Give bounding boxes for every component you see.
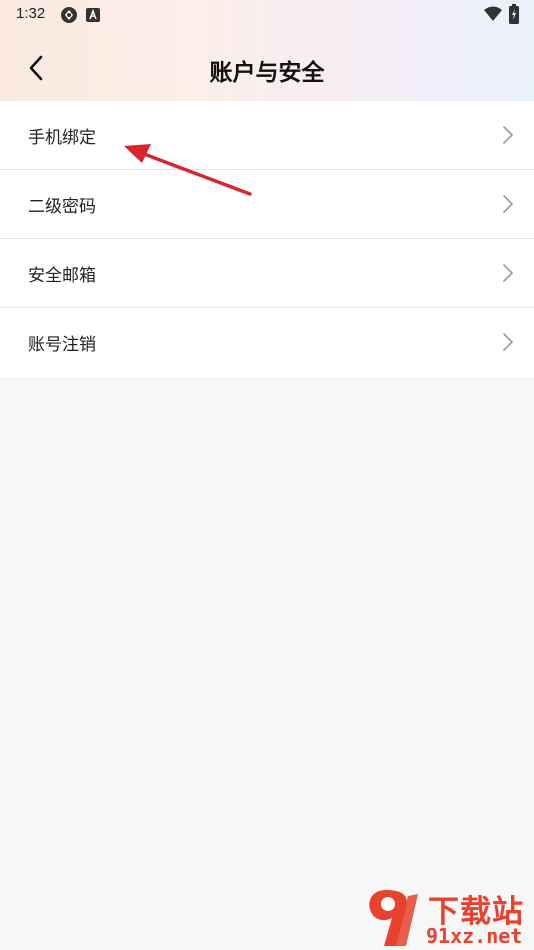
screen: 1:32 账户与安全 手机绑定 二级密码 安全邮箱 账号注销 下载站 91xz.… (0, 0, 534, 950)
menu-item-label: 手机绑定 (28, 127, 96, 148)
status-time: 1:32 (16, 5, 46, 22)
chevron-right-icon (503, 195, 513, 213)
menu-item-security-email[interactable]: 安全邮箱 (0, 239, 534, 308)
a-badge-icon (86, 7, 100, 26)
chevron-right-icon (503, 264, 513, 282)
settings-menu-list: 手机绑定 二级密码 安全邮箱 账号注销 (0, 101, 534, 377)
menu-item-label: 安全邮箱 (28, 265, 96, 286)
chevron-right-icon (503, 126, 513, 144)
nav-bar: 账户与安全 (0, 36, 534, 100)
wifi-icon (484, 6, 502, 25)
battery-icon (509, 4, 519, 28)
chevron-right-icon (503, 333, 513, 351)
sync-icon (60, 6, 78, 28)
page-title: 账户与安全 (209, 60, 325, 86)
watermark-domain: 91xz.net (426, 924, 523, 948)
menu-item-label: 二级密码 (28, 196, 96, 217)
watermark: 下载站 91xz.net (364, 886, 534, 950)
menu-item-secondary-password[interactable]: 二级密码 (0, 170, 534, 239)
menu-item-label: 账号注销 (28, 335, 96, 355)
menu-item-phone-binding[interactable]: 手机绑定 (0, 101, 534, 170)
watermark-logo-icon (369, 890, 418, 946)
annotation-arrow (124, 144, 252, 196)
status-bar: 1:32 (0, 0, 534, 30)
menu-item-account-deletion[interactable]: 账号注销 (0, 308, 534, 377)
